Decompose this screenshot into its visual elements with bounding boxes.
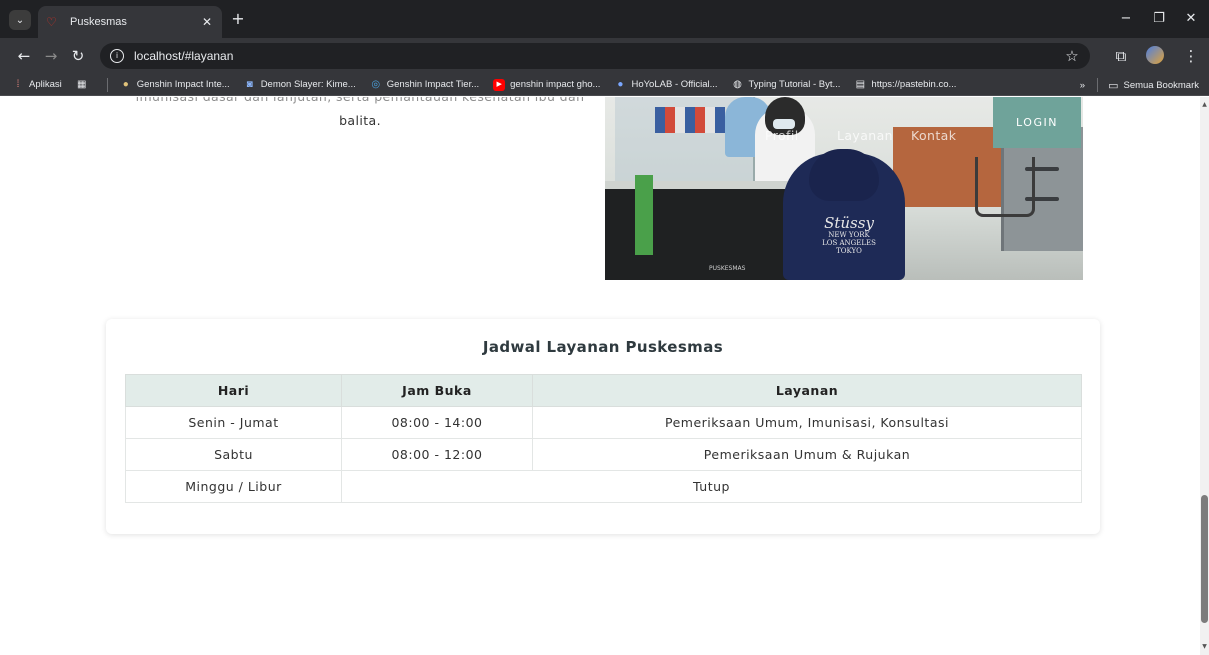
bookmark-label: Aplikasi: [29, 79, 62, 90]
bookmark-apps[interactable]: ⁞ Aplikasi: [12, 79, 62, 91]
bookmark-label: Typing Tutorial - Byt...: [748, 79, 841, 90]
photo-print-line: NEW YORK: [828, 231, 870, 239]
tab-groups-icon: ▦: [77, 78, 87, 90]
bookmark-item[interactable]: ▤ https://pastebin.co...: [854, 78, 957, 91]
photo-green-folder: [635, 175, 653, 255]
schedule-title: Jadwal Layanan Puskesmas: [482, 338, 724, 356]
close-window-icon[interactable]: ✕: [1181, 10, 1201, 28]
url-text: localhost/#layanan: [134, 49, 234, 63]
close-tab-icon[interactable]: ✕: [200, 15, 214, 29]
cell-jam: 08:00 - 14:00: [341, 406, 533, 439]
service-photo: Stüssy NEW YORK LOS ANGELES TOKYO PUSKES…: [605, 97, 1083, 280]
table-row: Senin - Jumat 08:00 - 14:00 Pemeriksaan …: [125, 406, 1082, 439]
heart-favicon-icon: ♡: [46, 15, 57, 29]
nav-link-profil[interactable]: Profil: [765, 128, 799, 143]
bookmark-item[interactable]: ◍ Typing Tutorial - Byt...: [732, 78, 841, 91]
scroll-thumb[interactable]: [1201, 495, 1208, 623]
screen: ⌄ ♡ Puskesmas ✕ + − ❐ ✕ ← → ↻ i localhos…: [0, 0, 1209, 655]
address-bar[interactable]: i localhost/#layanan: [100, 43, 1090, 69]
site-info-icon[interactable]: i: [110, 49, 124, 63]
photo-hood: [809, 149, 879, 201]
bookmark-icon: ◙: [246, 78, 253, 90]
column-header-layanan: Layanan: [532, 374, 1082, 407]
service-description-clipped: imunisasi dasar dan lanjutan, serta pema…: [125, 97, 595, 109]
photo-hoodie-print: Stüssy NEW YORK LOS ANGELES TOKYO: [813, 215, 885, 255]
photo-print-line: LOS ANGELES: [822, 239, 876, 247]
login-button[interactable]: LOGIN: [993, 97, 1081, 148]
photo-print-logo: Stüssy: [824, 214, 874, 232]
new-tab-icon[interactable]: +: [229, 10, 247, 28]
bookmark-label: Genshin Impact Inte...: [136, 79, 230, 90]
bookmark-item[interactable]: ◎ Genshin Impact Tier...: [370, 79, 479, 91]
bookmark-label: https://pastebin.co...: [871, 79, 957, 90]
profile-avatar[interactable]: [1146, 46, 1164, 64]
schedule-card: Jadwal Layanan Puskesmas Hari Jam Buka L…: [106, 319, 1100, 534]
kebab-menu-icon[interactable]: ⋮: [1181, 47, 1201, 65]
youtube-icon: ▶: [493, 78, 506, 91]
table-row: Sabtu 08:00 - 12:00 Pemeriksaan Umum & R…: [125, 438, 1082, 471]
page-scrollbar[interactable]: ▲ ▼: [1200, 97, 1209, 655]
bookmark-item[interactable]: ▶ genshin impact gho...: [493, 78, 601, 91]
schedule-table: Hari Jam Buka Layanan Senin - Jumat 08:0…: [125, 374, 1082, 503]
bookmark-item[interactable]: ◙ Demon Slayer: Kime...: [244, 79, 356, 91]
bookmark-item[interactable]: ● HoYoLAB - Official...: [614, 79, 717, 91]
browser-tab[interactable]: ♡ Puskesmas ✕: [38, 6, 222, 38]
bookmark-separator: [1097, 78, 1099, 92]
forward-arrow-icon[interactable]: →: [41, 47, 61, 65]
page-viewport: imunisasi dasar dan lanjutan, serta pema…: [7, 97, 1200, 655]
column-header-hari: Hari: [125, 374, 342, 407]
scroll-up-arrow-icon[interactable]: ▲: [1201, 101, 1208, 108]
all-bookmarks[interactable]: Semua Bookmark: [1123, 80, 1199, 91]
folder-icon: ▭: [1108, 79, 1119, 92]
pastebin-icon: ▤: [855, 78, 866, 90]
photo-print-line: TOKYO: [836, 247, 862, 255]
browser-toolbar: ← → ↻ i localhost/#layanan ☆ ⧉ ⋮: [0, 38, 1209, 74]
reload-icon[interactable]: ↻: [68, 47, 88, 65]
bookmark-separator: [106, 77, 108, 92]
photo-binders: [655, 107, 725, 133]
photo-desk-label: PUSKESMAS: [709, 265, 746, 272]
table-header-row: Hari Jam Buka Layanan: [125, 374, 1082, 407]
bookmarks-bar: ⁞ Aplikasi ▦ ● Genshin Impact Inte... ◙ …: [0, 74, 1209, 96]
tab-search-chevron-icon[interactable]: ⌄: [9, 10, 31, 30]
globe-icon: ◍: [733, 78, 742, 90]
cell-hari: Minggu / Libur: [125, 470, 342, 503]
browser-titlebar: ⌄ ♡ Puskesmas ✕ + − ❐ ✕: [0, 0, 1209, 38]
tab-title: Puskesmas: [70, 16, 127, 28]
cell-layanan: Pemeriksaan Umum, Imunisasi, Konsultasi: [532, 406, 1082, 439]
cell-status-closed: Tutup: [341, 470, 1082, 503]
bookmark-label: Genshin Impact Tier...: [386, 79, 480, 90]
column-header-jam: Jam Buka: [341, 374, 533, 407]
bookmark-item[interactable]: ● Genshin Impact Inte...: [120, 79, 230, 91]
more-bookmarks-icon[interactable]: »: [1080, 80, 1085, 91]
cell-layanan: Pemeriksaan Umum & Rujukan: [532, 438, 1082, 471]
apps-grid-icon: ⁞: [16, 78, 20, 90]
cell-jam: 08:00 - 12:00: [341, 438, 533, 471]
genshin-icon: ●: [122, 78, 129, 90]
scroll-down-arrow-icon[interactable]: ▼: [1201, 643, 1208, 650]
restore-icon[interactable]: ❐: [1149, 10, 1169, 28]
extensions-puzzle-icon[interactable]: ⧉: [1111, 47, 1131, 65]
minimize-icon[interactable]: −: [1116, 10, 1136, 28]
bookmark-label: genshin impact gho...: [510, 79, 601, 90]
nav-link-kontak[interactable]: Kontak: [911, 128, 956, 143]
star-bookmark-icon[interactable]: ☆: [1062, 47, 1082, 65]
table-row: Minggu / Libur Tutup: [125, 470, 1082, 503]
photo-chair: [975, 157, 1035, 217]
back-arrow-icon[interactable]: ←: [14, 47, 34, 65]
cell-hari: Senin - Jumat: [125, 406, 342, 439]
bookmark-label: HoYoLAB - Official...: [631, 79, 718, 90]
game8-icon: ◎: [371, 78, 381, 90]
bookmarks-overflow: » ▭ Semua Bookmark: [1080, 74, 1199, 96]
hoyolab-icon: ●: [617, 78, 624, 90]
bookmark-label: Demon Slayer: Kime...: [260, 79, 356, 90]
cell-hari: Sabtu: [125, 438, 342, 471]
bookmark-grid[interactable]: ▦: [76, 79, 93, 91]
site-brand-ghost[interactable]: Puskesmas Tiban Baru III: [125, 127, 299, 142]
nav-link-layanan[interactable]: Layanan: [837, 128, 893, 143]
